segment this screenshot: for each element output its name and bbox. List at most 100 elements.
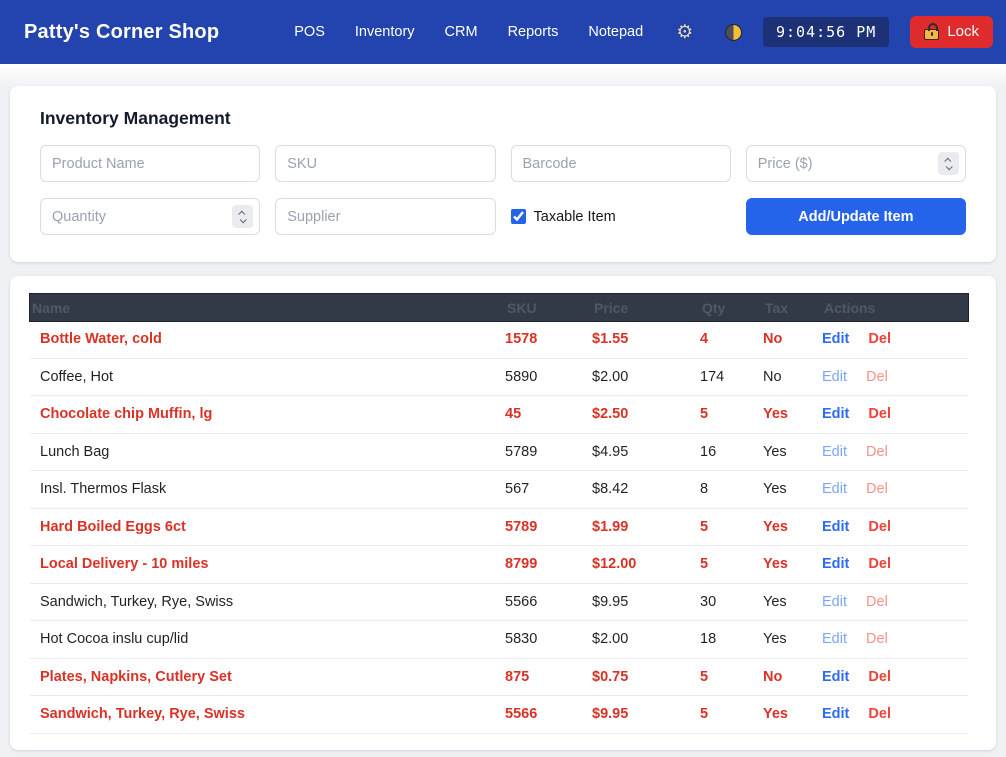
column-header-tax: Tax	[763, 294, 822, 321]
edit-link[interactable]: Edit	[822, 444, 847, 460]
item-actions-cell: Edit Del	[822, 433, 968, 471]
item-qty-cell: 5	[700, 508, 763, 546]
item-actions-cell: Edit Del	[822, 658, 968, 696]
edit-link[interactable]: Edit	[822, 594, 847, 610]
item-actions-cell: Edit Del	[822, 545, 968, 584]
table-row: Local Delivery - 10 miles 8799 $12.00 5 …	[30, 545, 968, 584]
item-name-cell: Sandwich, Turkey, Rye, Swiss	[30, 583, 505, 621]
top-navbar: Patty's Corner Shop POS Inventory CRM Re…	[0, 0, 1006, 64]
item-sku-cell: 875	[505, 658, 592, 696]
item-tax-cell: Yes	[763, 508, 822, 546]
table-row: Bottle Water, cold 1578 $1.55 4 No Edit …	[30, 321, 968, 359]
delete-link[interactable]: Del	[868, 406, 891, 422]
edit-link[interactable]: Edit	[822, 519, 849, 535]
nav-item-notepad[interactable]: Notepad	[588, 24, 643, 40]
table-row: Hard Boiled Eggs 6ct 5789 $1.99 5 Yes Ed…	[30, 508, 968, 546]
clock-display: 9:04:56 PM	[763, 17, 890, 47]
item-actions-cell: Edit Del	[822, 470, 968, 509]
edit-link[interactable]: Edit	[822, 369, 847, 385]
column-header-price: Price	[592, 294, 700, 321]
item-actions-cell: Edit Del	[822, 395, 968, 434]
add-update-item-button[interactable]: Add/Update Item	[745, 198, 966, 235]
delete-link[interactable]: Del	[868, 556, 891, 572]
price-input[interactable]	[745, 145, 966, 182]
product-name-input[interactable]	[40, 145, 261, 182]
chevron-down-icon	[239, 215, 247, 223]
column-header-name: Name	[30, 294, 505, 321]
item-qty-cell: 8	[700, 470, 763, 509]
item-qty-cell: 30	[700, 583, 763, 621]
inventory-form-card: Inventory Management Product Name SKU Ba…	[10, 86, 996, 262]
delete-link[interactable]: Del	[866, 481, 888, 497]
taxable-checkbox-group: Taxable Item	[510, 208, 731, 225]
item-price-cell: $2.00	[592, 358, 700, 396]
delete-link[interactable]: Del	[868, 519, 891, 535]
edit-link[interactable]: Edit	[822, 331, 849, 347]
quantity-stepper[interactable]	[232, 205, 254, 228]
delete-link[interactable]: Del	[866, 369, 888, 385]
edit-link[interactable]: Edit	[822, 706, 849, 722]
table-row: Lunch Bag 5789 $4.95 16 Yes Edit Del	[30, 433, 968, 471]
delete-link[interactable]: Del	[868, 706, 891, 722]
item-sku-cell: 5566	[505, 695, 592, 734]
nav-item-reports[interactable]: Reports	[508, 24, 559, 40]
inventory-table-card: Name SKU Price Qty Tax Actions Bottle Wa…	[10, 276, 996, 750]
price-stepper[interactable]	[938, 152, 959, 175]
item-actions-cell: Edit Del	[822, 695, 968, 734]
item-tax-cell: No	[763, 358, 822, 396]
item-sku-cell: 5830	[505, 620, 592, 659]
delete-link[interactable]: Del	[866, 594, 888, 610]
nav-item-pos[interactable]: POS	[294, 24, 325, 40]
item-price-cell: $9.95	[592, 695, 700, 734]
edit-link[interactable]: Edit	[822, 406, 849, 422]
item-price-cell: $1.99	[592, 508, 700, 546]
chevron-down-icon	[945, 162, 953, 170]
item-tax-cell: Yes	[763, 583, 822, 621]
item-sku-cell: 8799	[505, 545, 592, 584]
edit-link[interactable]: Edit	[822, 631, 847, 647]
item-qty-cell: 18	[700, 620, 763, 659]
taxable-label: Taxable Item	[533, 208, 616, 225]
padlock-icon	[924, 22, 940, 40]
item-qty-cell: 5	[700, 658, 763, 696]
edit-link[interactable]: Edit	[822, 669, 849, 685]
lock-button[interactable]: Lock	[910, 16, 993, 48]
item-name-cell: Lunch Bag	[30, 433, 505, 471]
nav-item-inventory[interactable]: Inventory	[355, 24, 415, 40]
inventory-table-head: Name SKU Price Qty Tax Actions	[29, 293, 969, 322]
item-qty-cell: 4	[700, 321, 763, 359]
nav-item-crm[interactable]: CRM	[445, 24, 478, 40]
item-tax-cell: No	[763, 658, 822, 696]
item-actions-cell: Edit Del	[822, 508, 968, 546]
delete-link[interactable]: Del	[866, 631, 888, 647]
item-name-cell: Chocolate chip Muffin, lg	[30, 395, 505, 434]
delete-link[interactable]: Del	[868, 669, 891, 685]
gear-icon[interactable]: ⚙	[676, 23, 693, 42]
edit-link[interactable]: Edit	[822, 556, 849, 572]
item-price-cell: $0.75	[592, 658, 700, 696]
supplier-input[interactable]	[275, 198, 496, 235]
table-row: Chocolate chip Muffin, lg 45 $2.50 5 Yes…	[30, 395, 968, 434]
item-tax-cell: Yes	[763, 545, 822, 584]
moon-theme-toggle-icon[interactable]	[725, 23, 742, 41]
item-price-cell: $9.95	[592, 583, 700, 621]
item-tax-cell: Yes	[763, 433, 822, 471]
item-price-cell: $8.42	[592, 470, 700, 509]
column-header-qty: Qty	[700, 294, 763, 321]
item-actions-cell: Edit Del	[822, 321, 968, 359]
item-sku-cell: 5789	[505, 508, 592, 546]
item-sku-cell: 5789	[505, 433, 592, 471]
item-tax-cell: Yes	[763, 395, 822, 434]
quantity-input[interactable]	[40, 198, 261, 235]
item-name-cell: Coffee, Hot	[30, 358, 505, 396]
sku-input[interactable]	[275, 145, 496, 182]
item-tax-cell: Yes	[763, 470, 822, 509]
edit-link[interactable]: Edit	[822, 481, 847, 497]
taxable-checkbox[interactable]	[510, 209, 526, 224]
barcode-input[interactable]	[510, 145, 731, 182]
item-price-cell: $4.95	[592, 433, 700, 471]
item-price-cell: $2.50	[592, 395, 700, 434]
delete-link[interactable]: Del	[868, 331, 891, 347]
table-row: Sandwich, Turkey, Rye, Swiss 5566 $9.95 …	[30, 695, 968, 734]
delete-link[interactable]: Del	[866, 444, 888, 460]
